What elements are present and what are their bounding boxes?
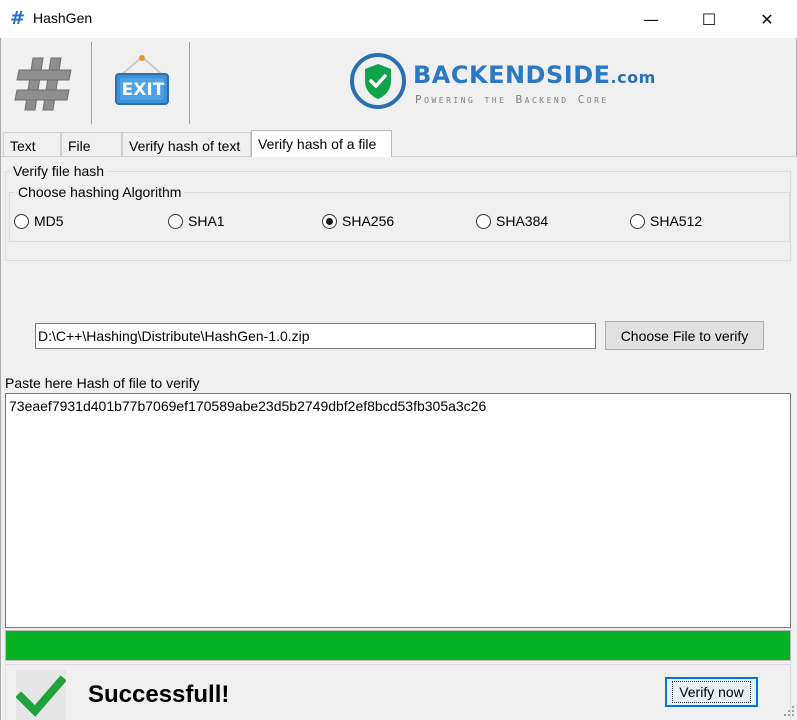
minimize-button[interactable]: — (622, 0, 680, 38)
window-body: EXIT BACKENDSIDE.com Powering the Backen… (0, 38, 797, 720)
algorithm-legend: Choose hashing Algorithm (15, 184, 185, 200)
choose-file-button[interactable]: Choose File to verify (605, 321, 764, 350)
shield-check-icon (350, 53, 406, 109)
tab-verify-file[interactable]: Verify hash of a file (251, 130, 392, 157)
radio-label: SHA1 (188, 213, 225, 229)
choose-file-label: Choose File to verify (620, 327, 749, 344)
maximize-icon: ☐ (701, 9, 717, 29)
tab-strip: Text File Verify hash of text Verify has… (1, 130, 797, 157)
file-path-input[interactable]: D:\C++\Hashing\Distribute\HashGen-1.0.zi… (35, 323, 596, 349)
maximize-button[interactable]: ☐ (680, 0, 738, 38)
result-panel: Successfull! Verify now (5, 664, 791, 720)
minimize-icon: — (643, 9, 659, 29)
radio-circle (476, 213, 491, 229)
radio-selected-dot (326, 217, 333, 225)
hash-logo-icon (14, 57, 72, 111)
verify-file-legend: Verify file hash (10, 163, 108, 179)
tab-file[interactable]: File (61, 132, 122, 156)
exit-label: EXIT (121, 80, 165, 100)
radio-label: SHA384 (496, 213, 549, 229)
brand-tagline: Powering the Backend Core (415, 93, 609, 106)
brand-name: BACKENDSIDE.com (413, 61, 656, 89)
radio-circle (14, 213, 29, 229)
hash-tool-button[interactable] (13, 52, 77, 116)
close-button[interactable]: ✕ (738, 0, 796, 38)
radio-label: SHA256 (342, 213, 395, 229)
result-status-text: Successfull! (88, 681, 230, 708)
verify-now-label: Verify now (672, 681, 751, 703)
exit-button[interactable]: EXIT (111, 54, 173, 110)
radio-sha512[interactable]: SHA512 (630, 213, 702, 229)
tab-text[interactable]: Text (3, 132, 61, 156)
window-title: HashGen (33, 10, 93, 26)
radio-sha384[interactable]: SHA384 (476, 213, 548, 229)
checkmark-icon (16, 670, 66, 720)
radio-label: SHA512 (650, 213, 703, 229)
toolbar-separator (189, 42, 190, 124)
radio-circle (322, 213, 337, 229)
radio-sha256[interactable]: SHA256 (322, 213, 394, 229)
radio-md5[interactable]: MD5 (14, 213, 64, 229)
title-bar: # HashGen — ☐ ✕ (0, 0, 797, 38)
verify-now-button[interactable]: Verify now (665, 677, 758, 707)
tab-panel: Verify file hash Choose hashing Algorith… (1, 156, 797, 720)
radio-circle (168, 213, 183, 229)
hash-input-label: Paste here Hash of file to verify (5, 375, 200, 391)
size-grip-icon[interactable] (783, 705, 795, 717)
app-hash-icon: # (10, 8, 26, 29)
close-icon: ✕ (760, 9, 774, 29)
tab-verify-text[interactable]: Verify hash of text (122, 132, 251, 156)
hash-textarea[interactable]: 73eaef7931d401b77b7069ef170589abe23d5b27… (5, 393, 791, 628)
radio-label: MD5 (34, 213, 64, 229)
toolbar-separator (91, 42, 92, 124)
radio-sha1[interactable]: SHA1 (168, 213, 225, 229)
brand-logo: BACKENDSIDE.com Powering the Backend Cor… (349, 52, 655, 112)
radio-circle (630, 213, 645, 229)
progress-fill (6, 631, 790, 660)
brand-name-text: BACKENDSIDE (413, 61, 611, 89)
progress-bar (5, 630, 791, 661)
brand-domain: .com (610, 68, 656, 87)
